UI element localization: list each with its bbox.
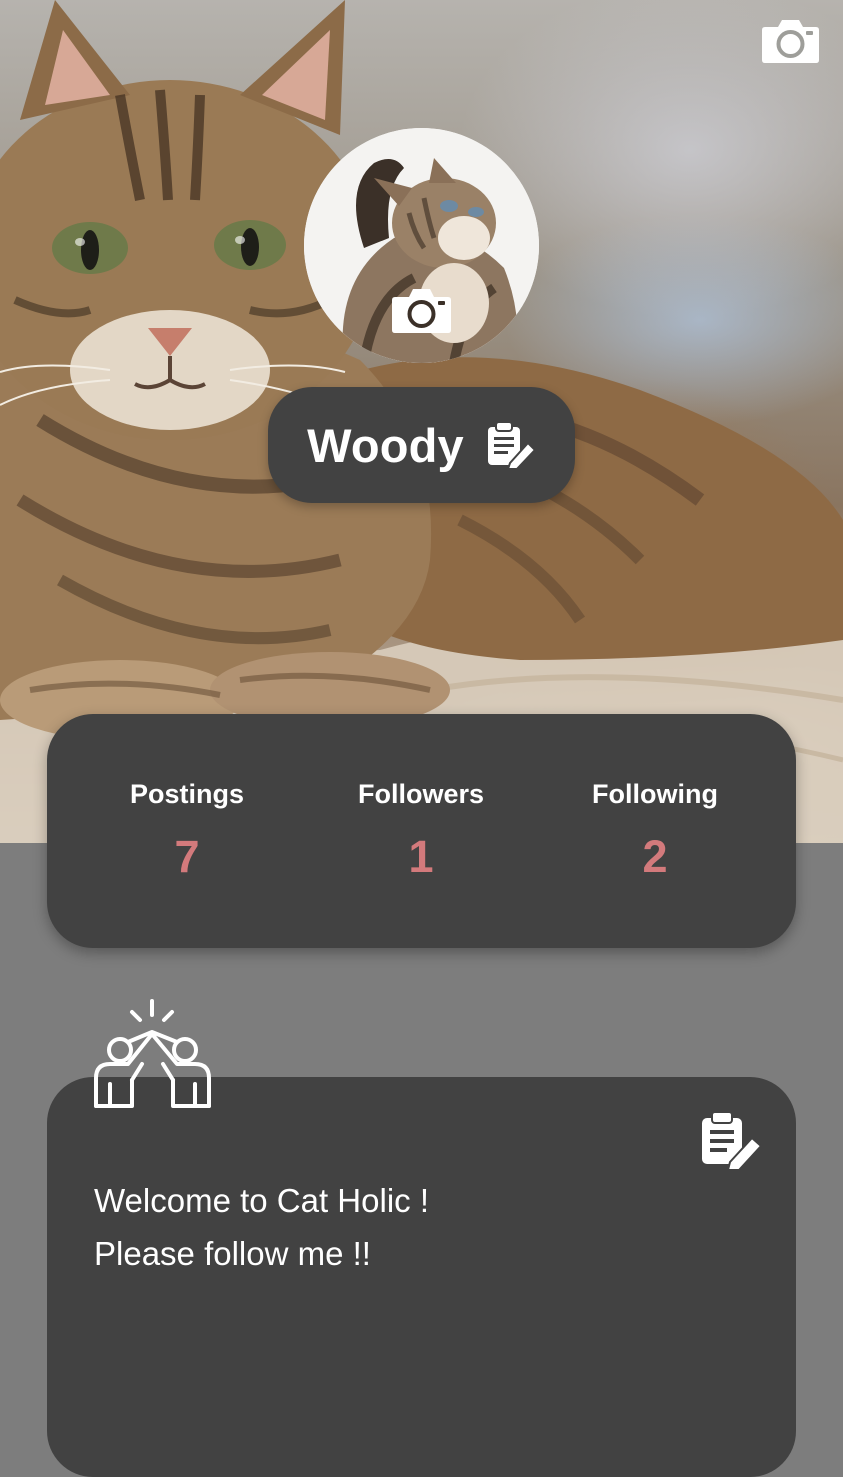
profile-name-pill: Woody — [268, 387, 575, 503]
stat-value: 1 — [408, 831, 434, 882]
stat-label: Following — [592, 779, 718, 809]
bio-text: Welcome to Cat Holic ! Please follow me … — [94, 1174, 694, 1280]
stat-postings[interactable]: Postings 7 — [67, 774, 307, 884]
avatar-camera-icon[interactable] — [391, 286, 452, 334]
stat-followers[interactable]: Followers 1 — [301, 774, 541, 884]
edit-bio-icon[interactable] — [700, 1110, 763, 1171]
stat-value: 7 — [174, 831, 200, 882]
cover-camera-icon[interactable] — [761, 17, 820, 64]
stat-label: Postings — [129, 779, 244, 809]
bio-line: Welcome to Cat Holic ! — [94, 1182, 429, 1219]
stat-label: Followers — [357, 779, 485, 809]
profile-name: Woody — [307, 418, 464, 472]
edit-name-icon[interactable] — [486, 421, 537, 470]
bio-line: Please follow me !! — [94, 1235, 371, 1272]
stat-following[interactable]: Following 2 — [535, 774, 775, 884]
stat-value: 2 — [642, 831, 668, 882]
high-five-icon — [92, 998, 213, 1108]
stats-card: Postings 7 Followers 1 Following 2 — [47, 714, 796, 948]
